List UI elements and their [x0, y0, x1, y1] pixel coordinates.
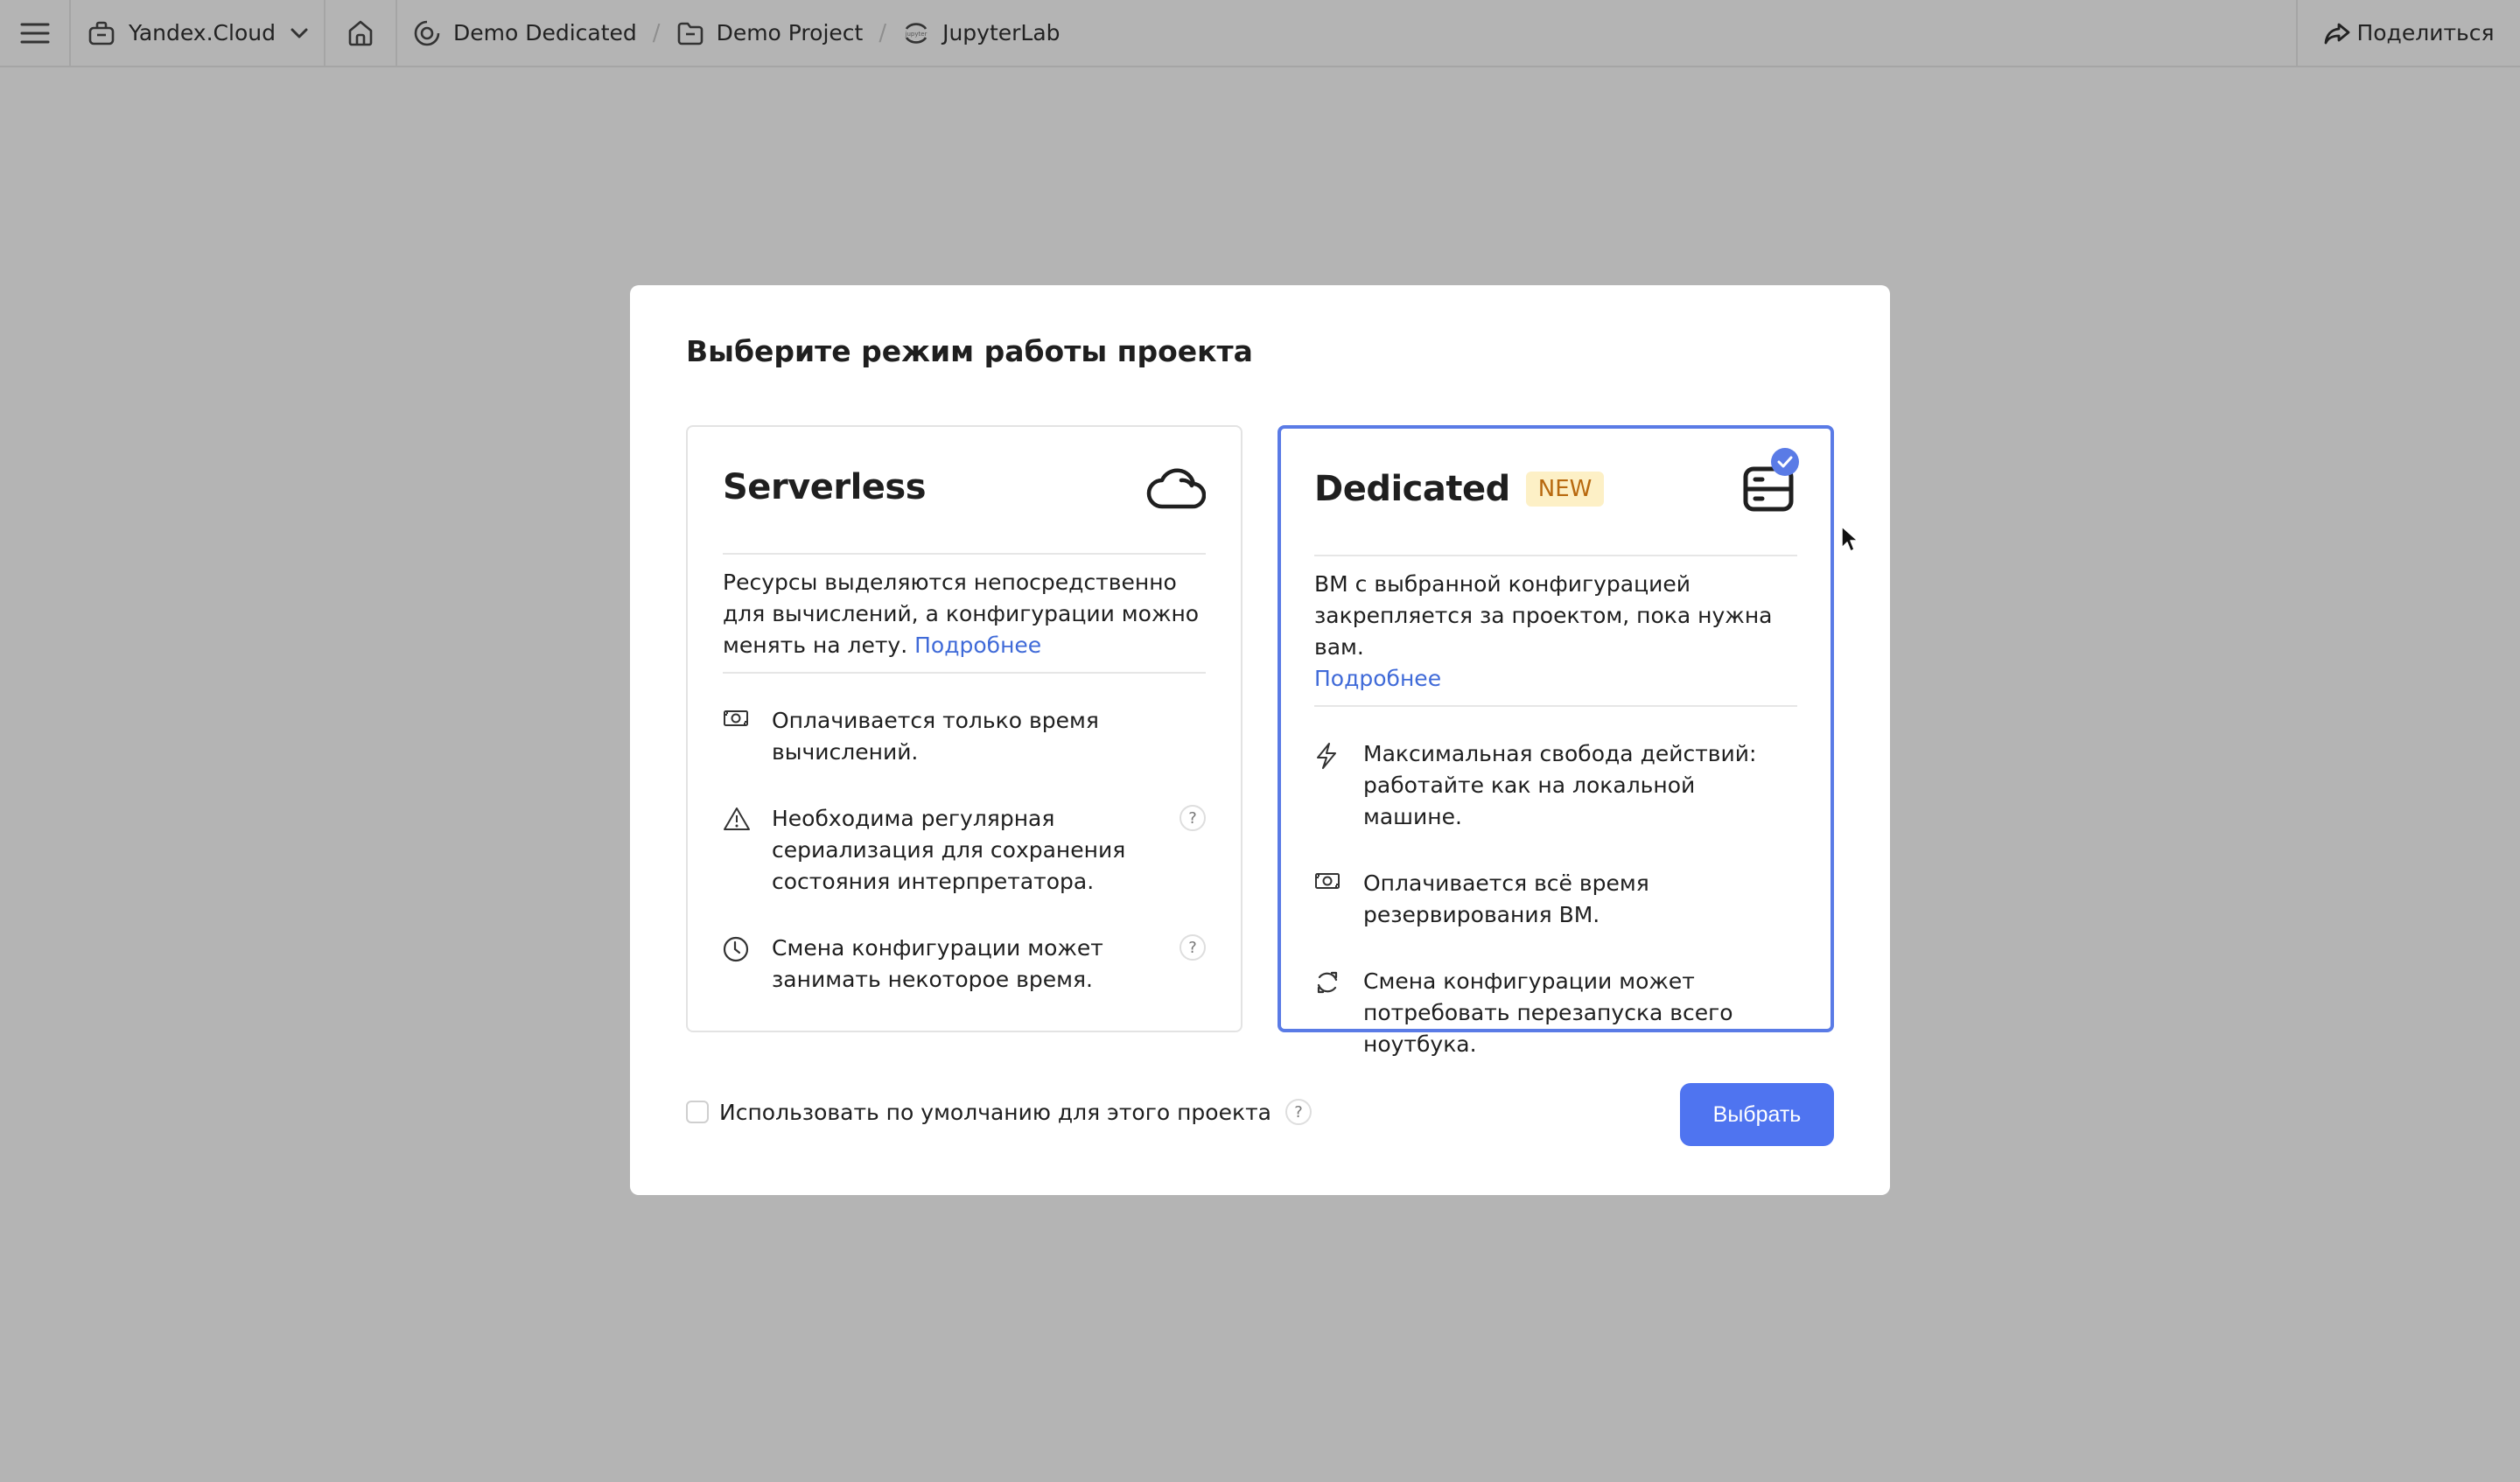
default-mode-label: Использовать по умолчанию для этого прое…	[719, 1099, 1271, 1125]
feature-text: Смена конфигурации может занимать некото…	[772, 935, 1103, 992]
mode-select-dialog: Выберите режим работы проекта Serverless…	[630, 285, 1890, 1195]
money-icon	[723, 705, 772, 728]
breadcrumb-item-project[interactable]: Demo Project	[676, 20, 864, 45]
folder-icon	[676, 21, 704, 45]
selected-check-icon	[1771, 448, 1799, 476]
breadcrumb-separator: /	[652, 19, 661, 46]
feature-text: Оплачивается всё время резервирования ВМ…	[1363, 870, 1649, 927]
help-icon[interactable]: ?	[1284, 1099, 1312, 1125]
card-description: Ресурсы выделяются непосредственно для в…	[723, 555, 1206, 674]
breadcrumb-label: JupyterLab	[942, 20, 1060, 45]
community-icon	[413, 19, 441, 47]
more-link[interactable]: Подробнее	[1314, 666, 1441, 691]
card-description: ВМ с выбранной конфигурацией закрепляетс…	[1314, 556, 1797, 707]
feature-item: Смена конфигурации может потребовать пер…	[1314, 966, 1797, 1060]
dialog-title: Выберите режим работы проекта	[686, 334, 1253, 368]
share-arrow-icon	[2323, 21, 2351, 45]
clock-icon	[723, 933, 772, 962]
new-badge: NEW	[1525, 472, 1605, 507]
feature-list: Оплачивается только время вычислений. Не…	[723, 674, 1206, 996]
briefcase-icon	[88, 21, 115, 45]
feature-list: Максимальная свобода действий: работайте…	[1314, 707, 1797, 1060]
select-button[interactable]: Выбрать	[1680, 1083, 1834, 1146]
mode-card-dedicated[interactable]: Dedicated NEW ВМ с выбранной конфигураци…	[1278, 425, 1834, 1057]
breadcrumb-label: Demo Dedicated	[453, 20, 637, 45]
card-title: Serverless	[723, 467, 927, 507]
cloud-icon	[1146, 465, 1206, 510]
description-text: ВМ с выбранной конфигурацией закрепляетс…	[1314, 571, 1773, 660]
feature-text: Необходима регулярная сериализация для с…	[772, 806, 1126, 894]
feature-text: Максимальная свобода действий: работайте…	[1363, 741, 1757, 829]
card-title: Dedicated	[1314, 469, 1510, 509]
share-label: Поделиться	[2356, 20, 2495, 45]
default-mode-checkbox[interactable]	[686, 1101, 709, 1123]
home-button[interactable]	[326, 0, 397, 66]
menu-button[interactable]	[0, 0, 71, 66]
organization-name: Yandex.Cloud	[129, 20, 276, 45]
more-link[interactable]: Подробнее	[914, 633, 1041, 658]
breadcrumb-item-community[interactable]: Demo Dedicated	[413, 19, 637, 47]
home-icon	[346, 19, 374, 47]
feature-text: Оплачивается только время вычислений.	[772, 708, 1099, 765]
feature-item: Необходима регулярная сериализация для с…	[723, 803, 1206, 898]
share-button[interactable]: Поделиться	[2296, 0, 2520, 66]
chevron-down-icon	[290, 27, 309, 39]
money-icon	[1314, 868, 1363, 891]
feature-item: Оплачивается всё время резервирования ВМ…	[1314, 868, 1797, 931]
breadcrumb-label: Demo Project	[716, 20, 864, 45]
help-icon[interactable]: ?	[1180, 805, 1206, 831]
refresh-icon	[1314, 966, 1363, 996]
lightning-icon	[1314, 738, 1363, 770]
feature-item: Смена конфигурации может занимать некото…	[723, 933, 1206, 996]
help-icon[interactable]: ?	[1180, 934, 1206, 961]
mode-card-serverless[interactable]: Serverless Ресурсы выделяются непосредст…	[686, 425, 1242, 1032]
breadcrumb-item-jupyterlab[interactable]: jupyter JupyterLab	[902, 19, 1060, 47]
organization-selector[interactable]: Yandex.Cloud	[71, 0, 326, 66]
default-mode-checkbox-row[interactable]: Использовать по умолчанию для этого прое…	[686, 1099, 1312, 1125]
jupyter-icon: jupyter	[902, 19, 930, 47]
svg-text:jupyter: jupyter	[905, 31, 928, 38]
feature-text: Смена конфигурации может потребовать пер…	[1363, 968, 1733, 1057]
mouse-cursor-icon	[1840, 525, 1859, 558]
top-bar: Yandex.Cloud Demo Dedicated / Demo Proje…	[0, 0, 2520, 67]
feature-item: Оплачивается только время вычислений.	[723, 705, 1206, 768]
breadcrumb-separator: /	[878, 19, 887, 46]
warning-triangle-icon	[723, 803, 772, 831]
hamburger-icon	[20, 22, 50, 45]
breadcrumb: Demo Dedicated / Demo Project / jupyter …	[397, 0, 2296, 66]
feature-item: Максимальная свобода действий: работайте…	[1314, 738, 1797, 833]
